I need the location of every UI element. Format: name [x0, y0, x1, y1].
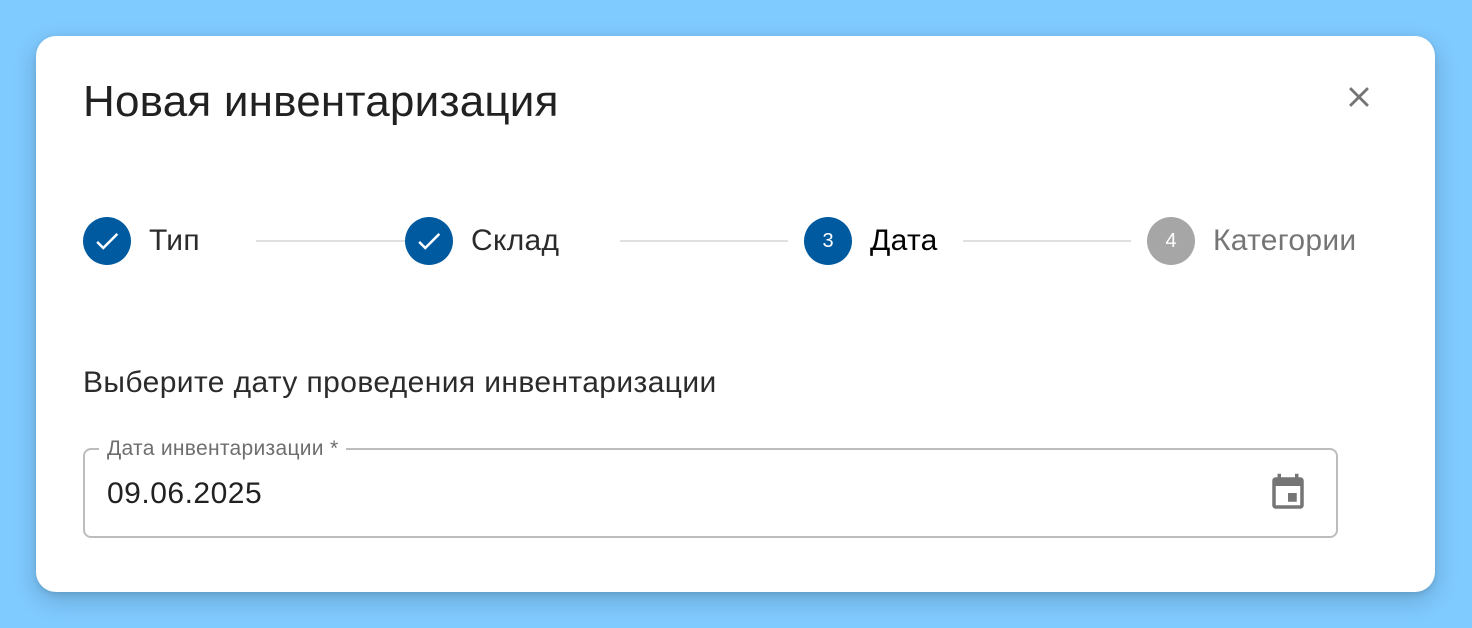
step-categories-label: Категории — [1213, 224, 1357, 257]
stepper: Тип Склад 3 Дата 4 Категории — [83, 217, 1356, 265]
step-connector — [256, 240, 425, 242]
step-date-indicator: 3 — [804, 217, 852, 265]
step-connector — [963, 240, 1131, 242]
step-date-label: Дата — [870, 224, 938, 257]
date-prompt: Выберите дату проведения инвентаризации — [83, 366, 717, 399]
close-icon — [1349, 87, 1369, 107]
step-categories[interactable]: 4 Категории — [1147, 217, 1356, 265]
step-date[interactable]: 3 Дата — [804, 217, 938, 265]
close-button[interactable] — [1334, 72, 1384, 122]
calendar-icon — [1272, 473, 1304, 509]
open-calendar-button[interactable] — [1265, 470, 1311, 516]
inventory-date-label: Дата инвентаризации * — [99, 436, 347, 462]
inventory-date-input[interactable] — [107, 474, 1207, 514]
check-icon — [418, 232, 441, 250]
inventory-date-field: Дата инвентаризации * — [83, 436, 1338, 538]
step-connector — [620, 240, 788, 242]
step-warehouse-label: Склад — [471, 224, 560, 257]
step-type-label: Тип — [149, 224, 200, 257]
step-warehouse[interactable]: Склад — [405, 217, 559, 265]
check-icon — [96, 232, 119, 250]
step-type-indicator — [83, 217, 131, 265]
dialog-title: Новая инвентаризация — [83, 77, 559, 126]
step-warehouse-indicator — [405, 217, 453, 265]
new-inventory-dialog: Новая инвентаризация Тип Склад 3 Дата 4 … — [36, 36, 1435, 592]
step-type[interactable]: Тип — [83, 217, 200, 265]
step-categories-indicator: 4 — [1147, 217, 1195, 265]
